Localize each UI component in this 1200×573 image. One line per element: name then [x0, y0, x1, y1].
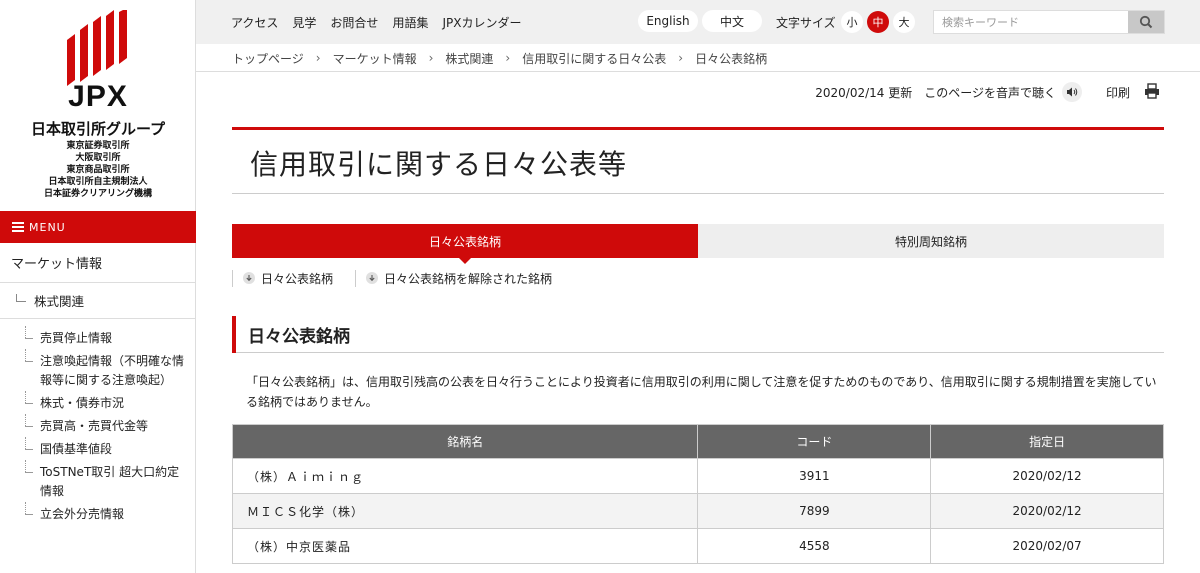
anchor-label: 日々公表銘柄を解除された銘柄 [384, 271, 553, 286]
top-bar: アクセス 見学 お問合せ 用語集 JPXカレンダー English 中文 文字サ… [196, 0, 1200, 44]
search-button[interactable] [1128, 11, 1164, 33]
sidebar-item-stocks[interactable]: 株式関連 [0, 283, 196, 319]
column-header-code: コード [697, 424, 932, 459]
menu-button[interactable]: MENU [0, 211, 196, 243]
anchor-label: 日々公表銘柄 [261, 271, 334, 286]
arrow-down-icon [243, 272, 255, 284]
breadcrumb: トップページ › マーケット情報 › 株式関連 › 信用取引に関する日々公表 ›… [232, 44, 767, 72]
sidebar-item-jgb-reference[interactable]: 国債基準値段 [0, 437, 196, 459]
font-size-small-button[interactable]: 小 [841, 11, 863, 33]
logo-subsidiary: 日本証券クリアリング機構 [43, 189, 152, 199]
designation-date: 2020/02/12 [930, 458, 1164, 494]
arrow-down-icon [366, 272, 379, 284]
sidebar-item-off-floor[interactable]: 立会外分売情報 [0, 502, 196, 524]
title-accent-line [232, 127, 1164, 130]
sidebar-item-trading-halt[interactable]: 売買停止情報 [0, 326, 196, 348]
logo-jpx-text: JPX [68, 80, 128, 113]
sidebar-item-alert-info[interactable]: 注意喚起情報（不明確な情報等に関する注意喚起） [0, 349, 196, 390]
stock-name: （株）中京医薬品 [231, 528, 699, 564]
section-description: 「日々公表銘柄」は、信用取引残高の公表を日々行うことにより投資者に信用取引の利用… [246, 375, 1157, 409]
table-row: （株）中京医薬品 4558 2020/02/07 [231, 528, 1164, 564]
logo-subsidiary: 東京証券取引所 [66, 141, 130, 151]
search-box [933, 10, 1165, 34]
breadcrumb-current: 日々公表銘柄 [695, 51, 768, 66]
font-size-label: 文字サイズ [776, 15, 836, 30]
nav-link-calendar[interactable]: JPXカレンダー [442, 14, 521, 31]
jpx-logo[interactable]: JPX 日本取引所グループ 東京証券取引所 大阪取引所 東京商品取引所 日本取引… [0, 0, 195, 211]
section-title: 日々公表銘柄 [248, 327, 350, 347]
nav-link-access[interactable]: アクセス [231, 14, 278, 31]
hamburger-icon [12, 220, 24, 234]
breadcrumb-separator: › [505, 51, 511, 65]
breadcrumb-item[interactable]: 信用取引に関する日々公表 [522, 50, 666, 67]
nav-link-tour[interactable]: 見学 [292, 14, 316, 31]
logo-subsidiaries: 東京証券取引所 大阪取引所 東京商品取引所 日本取引所自主規制法人 日本証券クリ… [0, 140, 196, 200]
english-button[interactable]: English [638, 10, 698, 32]
logo-subsidiary: 大阪取引所 [75, 153, 121, 163]
section-heading: 日々公表銘柄 [232, 316, 1164, 353]
top-nav: アクセス 見学 お問合せ 用語集 JPXカレンダー [231, 0, 521, 44]
sidebar-item-trading-volume[interactable]: 売買高・売買代金等 [0, 414, 196, 436]
tab-special-notice[interactable]: 特別周知銘柄 [698, 224, 1164, 258]
font-size-large-button[interactable]: 大 [893, 11, 915, 33]
sidebar-item-market-info[interactable]: マーケット情報 [0, 243, 196, 283]
nav-link-contact[interactable]: お問合せ [330, 14, 378, 31]
sidebar: JPX 日本取引所グループ 東京証券取引所 大阪取引所 東京商品取引所 日本取引… [0, 0, 196, 573]
tab-daily-publication[interactable]: 日々公表銘柄 [232, 224, 698, 264]
sidebar-item-tostnet[interactable]: ToSTNeT取引 超大口約定情報 [0, 460, 196, 501]
stock-name: ＭＩＣＳ化学（株） [231, 493, 699, 529]
title-divider [232, 193, 1164, 194]
search-input[interactable] [934, 11, 1128, 33]
breadcrumb-item[interactable]: マーケット情報 [333, 50, 417, 67]
designation-date: 2020/02/07 [930, 528, 1164, 564]
stock-table: 銘柄名 コード 指定日 （株）Ａｉｍｉｎｇ 3911 2020/02/12 ＭＩ… [231, 424, 1164, 564]
jpx-logo-mark-icon [67, 10, 127, 86]
stock-code: 3911 [697, 458, 932, 494]
logo-subsidiary: 日本取引所自主規制法人 [48, 177, 148, 187]
listen-link[interactable]: このページを音声で聴く [924, 84, 1056, 101]
updated-date: 2020/02/14 更新 [815, 85, 913, 100]
breadcrumb-item[interactable]: トップページ [232, 50, 304, 67]
search-icon [1139, 15, 1153, 29]
table-header-row: 銘柄名 コード 指定日 [231, 424, 1164, 459]
stock-name: （株）Ａｉｍｉｎｇ [231, 458, 699, 494]
menu-label: MENU [29, 220, 66, 234]
tree-branch-icon [16, 293, 26, 302]
logo-subsidiary: 東京商品取引所 [66, 165, 130, 175]
designation-date: 2020/02/12 [930, 493, 1164, 529]
anchor-daily-publication[interactable]: 日々公表銘柄 [232, 269, 355, 287]
nav-link-glossary[interactable]: 用語集 [392, 14, 428, 31]
speaker-icon[interactable] [1061, 82, 1082, 102]
side-nav: マーケット情報 株式関連 売買停止情報 注意喚起情報（不明確な情報等に関する注意… [0, 243, 196, 528]
stock-code: 7899 [697, 493, 932, 529]
stock-code: 4558 [697, 528, 932, 564]
chinese-button[interactable]: 中文 [702, 10, 762, 32]
font-size-medium-button[interactable]: 中 [867, 11, 889, 33]
breadcrumb-item[interactable]: 株式関連 [445, 50, 493, 67]
table-row: ＭＩＣＳ化学（株） 7899 2020/02/12 [231, 493, 1164, 529]
breadcrumb-separator: › [428, 51, 434, 65]
anchor-links: 日々公表銘柄 日々公表銘柄を解除された銘柄 [232, 268, 574, 288]
printer-icon[interactable] [1144, 82, 1160, 102]
logo-group-name: 日本取引所グループ [30, 120, 166, 138]
column-header-name: 銘柄名 [231, 424, 699, 459]
sidebar-item-label: マーケット情報 [11, 257, 103, 272]
tab-bar: 日々公表銘柄 特別周知銘柄 [232, 224, 1164, 264]
anchor-released[interactable]: 日々公表銘柄を解除された銘柄 [355, 269, 574, 287]
utility-bar: 2020/02/14 更新 このページを音声で聴く 印刷 [815, 80, 1160, 104]
breadcrumb-separator: › [678, 51, 684, 65]
page-title: 信用取引に関する日々公表等 [250, 148, 628, 181]
column-header-date: 指定日 [930, 424, 1164, 459]
sidebar-sublist: 売買停止情報 注意喚起情報（不明確な情報等に関する注意喚起） 株式・債券市況 売… [0, 319, 196, 524]
table-row: （株）Ａｉｍｉｎｇ 3911 2020/02/12 [231, 458, 1164, 494]
section-accent-bar [232, 316, 236, 353]
sidebar-item-market-conditions[interactable]: 株式・債券市況 [0, 391, 196, 413]
sidebar-item-label: 株式関連 [34, 294, 85, 309]
print-link[interactable]: 印刷 [1106, 84, 1130, 101]
breadcrumb-separator: › [315, 51, 321, 65]
breadcrumb-divider [196, 71, 1200, 72]
